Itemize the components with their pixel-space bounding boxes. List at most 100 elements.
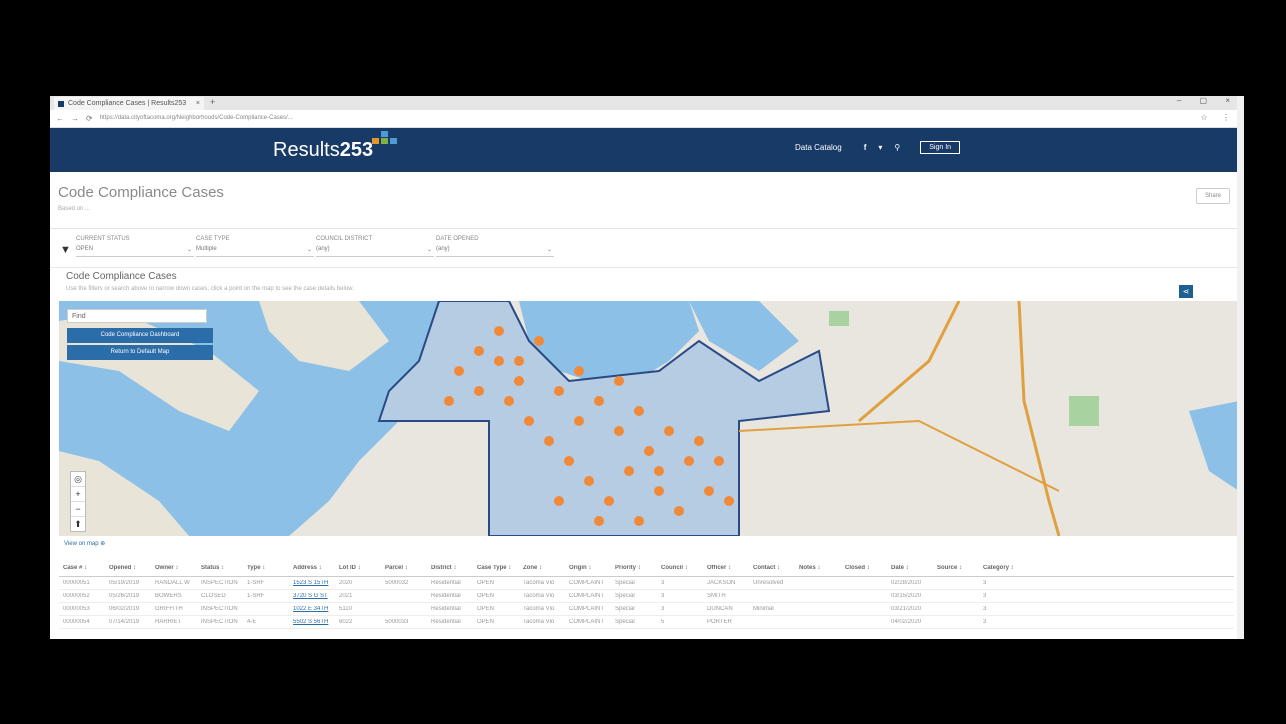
table-cell: Tacoma Vio <box>523 580 555 586</box>
browser-menu-icon[interactable]: ☆ ⋮ <box>1201 113 1236 122</box>
tab-close-icon[interactable]: × <box>196 100 200 107</box>
facebook-icon[interactable]: f <box>864 143 867 152</box>
data-catalog-link[interactable]: Data Catalog <box>795 143 842 152</box>
logo-number: 253 <box>339 139 374 161</box>
filter-label: COUNCIL DISTRICT <box>316 236 373 242</box>
map-canvas <box>59 301 1239 536</box>
map-search-input[interactable]: Find <box>67 309 207 323</box>
forward-icon[interactable]: → <box>71 114 79 123</box>
address-link[interactable]: 3720 S G ST <box>289 593 335 599</box>
column-header[interactable]: Opened ↕ <box>105 565 151 571</box>
share-map-icon[interactable]: ⋖ <box>1179 285 1193 298</box>
table-row[interactable]: 00000052 05/26/2019 BOWERS CLOSED 1-SRF 3720 … <box>59 590 1234 603</box>
table-body: 00000051 05/19/2019 RANDALL W INSPECTION 1-S… <box>59 577 1234 629</box>
zoom-in-icon[interactable]: + <box>71 487 85 502</box>
header-nav: Data Catalog f ▾ ⚲ Sign In <box>795 141 961 154</box>
table-cell: 05/19/2019 <box>109 580 140 586</box>
compass-icon[interactable]: ⬆ <box>71 517 85 531</box>
table-cell: INSPECTION <box>201 619 238 625</box>
column-header[interactable]: Date ↕ <box>887 565 933 571</box>
table-cell: SMITH <box>707 593 726 599</box>
share-button[interactable]: Share <box>1196 188 1230 204</box>
filter-icon[interactable]: ▼ <box>60 244 71 256</box>
filter-current-status[interactable]: CURRENT STATUS OPEN ⌄ <box>76 236 194 257</box>
table-row[interactable]: 00000054 07/14/2019 HARRIET INSPECTION 4-E 55… <box>59 616 1234 629</box>
page-scrollbar[interactable] <box>1237 96 1244 639</box>
reload-icon[interactable]: ⟳ <box>86 114 93 123</box>
column-header[interactable]: Officer ↕ <box>703 565 749 571</box>
park-area <box>1069 396 1099 426</box>
table-row[interactable]: 00000053 06/02/2019 GRIFFITH INSPECTION 1022… <box>59 603 1234 616</box>
filter-value[interactable]: (any) ⌄ <box>316 246 434 257</box>
twitter-icon[interactable]: ▾ <box>878 143 882 152</box>
site-logo[interactable]: Results253 <box>273 139 373 162</box>
table-cell: COMPLAINT <box>569 619 605 625</box>
table-cell: 3 <box>983 593 987 599</box>
column-header[interactable]: Case Type ↕ <box>473 565 519 571</box>
chevron-down-icon: ⌄ <box>546 247 552 253</box>
table-cell: Special <box>615 580 635 586</box>
sign-in-button[interactable]: Sign In <box>920 141 961 154</box>
table-cell: 5 <box>661 619 665 625</box>
address-link[interactable]: 1022 E 34TH <box>289 606 335 612</box>
column-header[interactable]: Notes ↕ <box>795 565 841 571</box>
window-controls[interactable]: – ▢ × <box>1177 96 1238 105</box>
zoom-out-icon[interactable]: − <box>71 502 85 517</box>
column-header[interactable]: Parcel ↕ <box>381 565 427 571</box>
filter-value[interactable]: Multiple ⌄ <box>196 246 314 257</box>
column-header[interactable]: Zone ↕ <box>519 565 565 571</box>
return-default-map-button[interactable]: Return to Default Map <box>67 345 213 360</box>
filter-value-text: OPEN <box>76 246 94 252</box>
table-cell: 00000052 <box>63 593 90 599</box>
park-area <box>829 311 849 326</box>
table-cell: 00000054 <box>63 619 90 625</box>
new-tab-button[interactable]: + <box>210 97 215 107</box>
table-cell: 6022 <box>339 619 353 625</box>
column-header[interactable]: Lot ID ↕ <box>335 565 381 571</box>
filter-date-opened[interactable]: DATE OPENED (any) ⌄ <box>436 236 554 257</box>
back-icon[interactable]: ← <box>56 114 64 123</box>
column-header[interactable]: District ↕ <box>427 565 473 571</box>
cases-table: Case # ↕ Opened ↕ Owner ↕ Status ↕ Type ↕ Add… <box>59 560 1234 629</box>
page-subtitle: Based on ... <box>58 206 91 212</box>
case-map[interactable]: Find Code Compliance Dashboard Return to… <box>59 301 1239 536</box>
column-header[interactable]: Category ↕ <box>979 565 1025 571</box>
column-header[interactable]: Case # ↕ <box>59 565 105 571</box>
search-icon[interactable]: ⚲ <box>894 143 900 152</box>
filter-bar: ▼ CURRENT STATUS OPEN ⌄ CASE TYPE Multipl… <box>50 229 1244 268</box>
table-cell: 1-SRF <box>247 593 265 599</box>
tab-strip: Code Compliance Cases | Results253 × + –… <box>50 96 1244 110</box>
table-cell: BOWERS <box>155 593 182 599</box>
column-header[interactable]: Closed ↕ <box>841 565 887 571</box>
table-cell: 2020 <box>339 580 353 586</box>
address-link[interactable]: 5502 S 56TH <box>289 619 335 625</box>
dashboard-button[interactable]: Code Compliance Dashboard <box>67 328 213 343</box>
column-header[interactable]: Source ↕ <box>933 565 979 571</box>
filter-value[interactable]: (any) ⌄ <box>436 246 554 257</box>
table-cell: OPEN <box>477 593 495 599</box>
locate-icon[interactable]: ◎ <box>71 472 85 487</box>
table-cell: Minimal <box>753 606 774 612</box>
address-link[interactable]: 1523 S 15TH <box>289 580 335 586</box>
column-header[interactable]: Contact ↕ <box>749 565 795 571</box>
filter-value[interactable]: OPEN ⌄ <box>76 246 194 257</box>
column-header[interactable]: Council ↕ <box>657 565 703 571</box>
column-header[interactable]: Type ↕ <box>243 565 289 571</box>
column-header[interactable]: Priority ↕ <box>611 565 657 571</box>
filter-council-district[interactable]: COUNCIL DISTRICT (any) ⌄ <box>316 236 434 257</box>
table-cell: 03/15/2020 <box>891 593 922 599</box>
view-on-map-link[interactable]: View on map ⊕ <box>64 540 105 547</box>
table-cell: 5000032 <box>385 580 409 586</box>
table-cell: Tacoma Vio <box>523 593 555 599</box>
column-header[interactable]: Status ↕ <box>197 565 243 571</box>
column-header[interactable]: Address ↕ <box>289 565 335 571</box>
table-row[interactable]: 00000051 05/19/2019 RANDALL W INSPECTION 1-S… <box>59 577 1234 590</box>
section-description: Use the filters or search above to narro… <box>66 286 354 292</box>
browser-tab[interactable]: Code Compliance Cases | Results253 × <box>54 97 204 110</box>
url-input[interactable]: https://data.cityoftacoma.org/Neighborho… <box>100 113 430 124</box>
filter-value-text: Multiple <box>196 246 217 252</box>
column-header[interactable]: Origin ↕ <box>565 565 611 571</box>
table-cell: DUNCAN <box>707 606 733 612</box>
column-header[interactable]: Owner ↕ <box>151 565 197 571</box>
filter-case-type[interactable]: CASE TYPE Multiple ⌄ <box>196 236 314 257</box>
